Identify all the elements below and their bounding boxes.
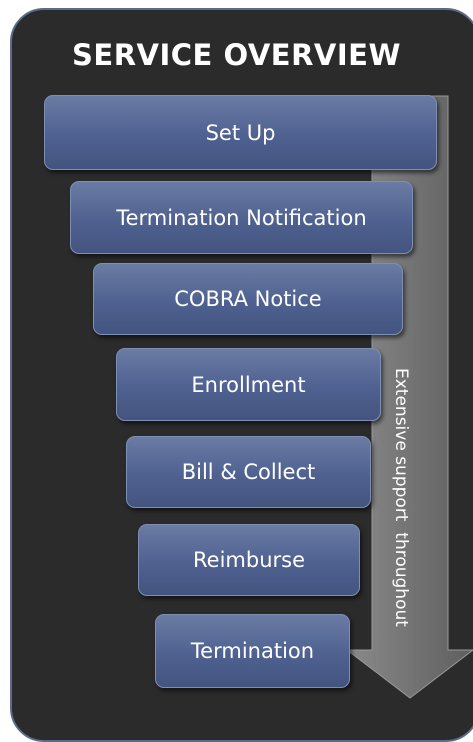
step-set-up: Set Up (44, 95, 437, 170)
step-enrollment: Enrollment (116, 348, 381, 421)
step-label: Reimburse (193, 548, 305, 572)
step-label: COBRA Notice (174, 287, 322, 311)
step-reimburse: Reimburse (138, 524, 360, 596)
step-label: Termination (190, 639, 315, 663)
arrow-label: Extensive support throughout (391, 368, 411, 627)
step-termination-notification: Termination Notification (70, 181, 413, 254)
step-cobra-notice: COBRA Notice (93, 263, 403, 335)
step-label: Enrollment (191, 372, 306, 397)
step-termination: Termination (155, 614, 350, 688)
step-bill-collect: Bill & Collect (126, 436, 371, 508)
step-label: Bill & Collect (181, 460, 316, 484)
step-label: Termination Notification (116, 205, 367, 230)
page-title: SERVICE OVERVIEW (72, 38, 401, 72)
step-label: Set Up (205, 120, 276, 145)
